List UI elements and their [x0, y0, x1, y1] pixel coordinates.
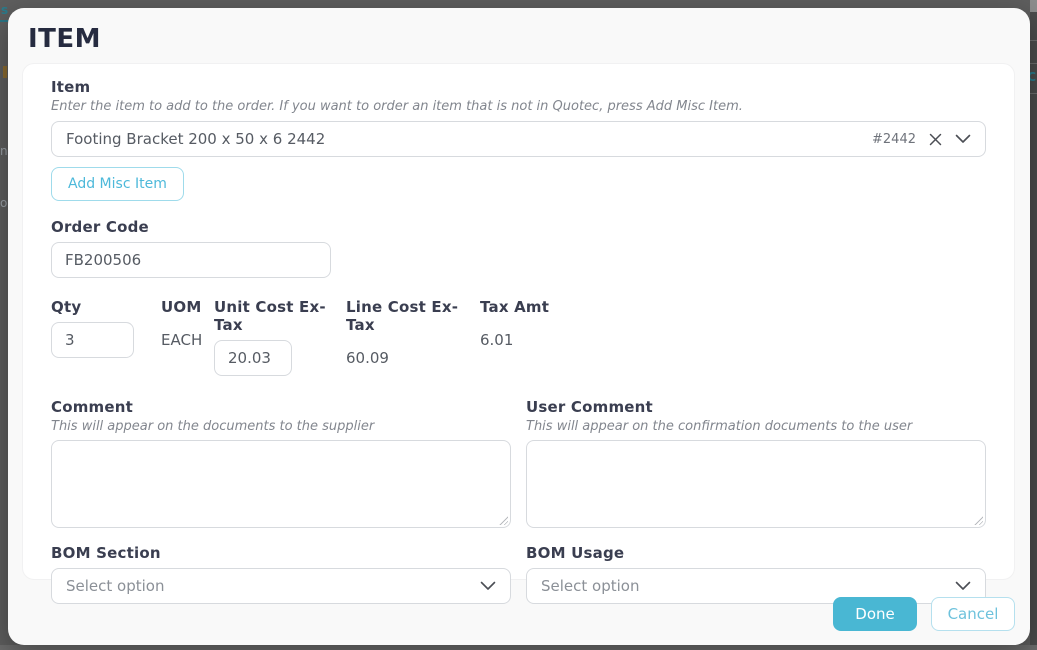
- background-fragment: n: [0, 144, 8, 158]
- chevron-down-icon: [480, 581, 496, 591]
- comment-textarea-wrap: [51, 440, 511, 528]
- bom-section-select[interactable]: Select option: [51, 568, 511, 604]
- unit-cost-label: Unit Cost Ex-Tax: [214, 298, 346, 334]
- bom-section-label: BOM Section: [51, 544, 511, 562]
- background-fragment: o: [0, 196, 7, 210]
- comment-label: Comment: [51, 398, 511, 416]
- clear-icon[interactable]: [928, 132, 943, 147]
- comments-row: Comment This will appear on the document…: [51, 398, 986, 528]
- tax-amt-value: 6.01: [480, 322, 549, 358]
- background-edge: [1030, 0, 1037, 12]
- qty-label: Qty: [51, 298, 161, 316]
- user-comment-helper-text: This will appear on the confirmation doc…: [526, 419, 986, 434]
- bom-usage-label: BOM Usage: [526, 544, 986, 562]
- unit-cost-input[interactable]: [214, 340, 292, 376]
- background-edge: [1030, 40, 1037, 41]
- uom-label: UOM: [161, 298, 214, 316]
- dialog-title: ITEM: [8, 8, 1030, 54]
- background-edge: [1030, 63, 1037, 64]
- background-edge: [1030, 93, 1037, 94]
- bom-section-placeholder: Select option: [66, 577, 480, 595]
- bom-usage-placeholder: Select option: [541, 577, 955, 595]
- add-misc-item-button[interactable]: Add Misc Item: [51, 167, 184, 201]
- item-ref-badge: #2442: [872, 132, 916, 147]
- item-dialog: ITEM Item Enter the item to add to the o…: [8, 8, 1030, 645]
- background-fragment-line: [0, 20, 8, 22]
- order-code-label: Order Code: [51, 218, 986, 236]
- item-select[interactable]: Footing Bracket 200 x 50 x 6 2442 #2442: [51, 121, 986, 157]
- order-code-input[interactable]: [51, 242, 331, 278]
- item-helper-text: Enter the item to add to the order. If y…: [51, 99, 986, 114]
- item-label: Item: [51, 78, 986, 96]
- comment-helper-text: This will appear on the documents to the…: [51, 419, 511, 434]
- background-edge: [0, 645, 1037, 650]
- done-button[interactable]: Done: [833, 597, 917, 631]
- bom-usage-select[interactable]: Select option: [526, 568, 986, 604]
- qty-input[interactable]: [51, 322, 134, 358]
- line-cost-value: 60.09: [346, 340, 480, 376]
- item-select-value: Footing Bracket 200 x 50 x 6 2442: [66, 130, 872, 148]
- background-edge: [1030, 0, 1037, 650]
- comment-textarea[interactable]: [51, 440, 511, 528]
- background-fragment-dot: [3, 66, 7, 78]
- item-form-card: Item Enter the item to add to the order.…: [22, 63, 1015, 580]
- chevron-down-icon[interactable]: [955, 134, 971, 144]
- chevron-down-icon: [955, 581, 971, 591]
- user-comment-label: User Comment: [526, 398, 986, 416]
- line-cost-label: Line Cost Ex-Tax: [346, 298, 480, 334]
- tax-amt-label: Tax Amt: [480, 298, 549, 316]
- user-comment-textarea-wrap: [526, 440, 986, 528]
- user-comment-textarea[interactable]: [526, 440, 986, 528]
- uom-value: EACH: [161, 322, 214, 358]
- cancel-button[interactable]: Cancel: [931, 597, 1015, 631]
- quantity-cost-row: Qty UOM EACH Unit Cost Ex-Tax Line Cost …: [51, 298, 986, 376]
